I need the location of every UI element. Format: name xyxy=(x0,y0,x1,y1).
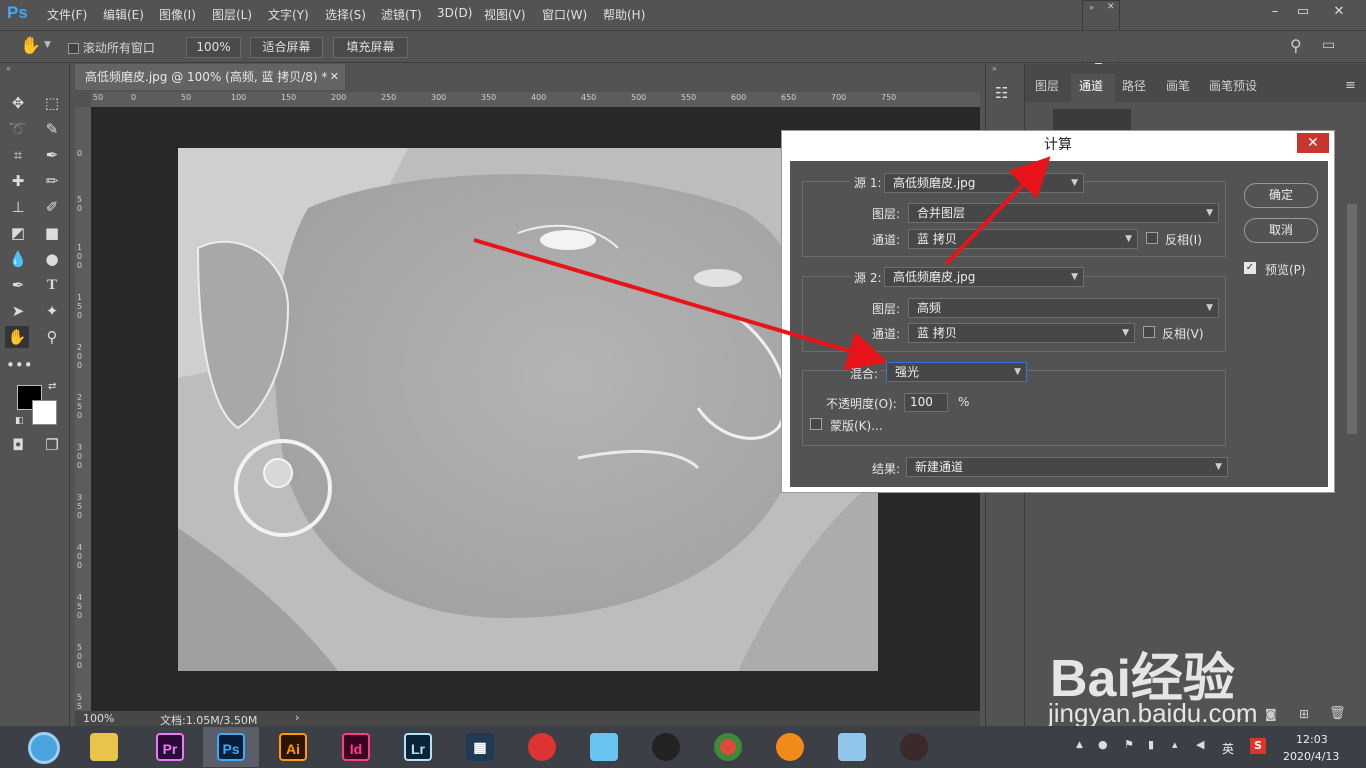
browser-icon[interactable] xyxy=(28,732,60,764)
notes-app-icon[interactable] xyxy=(838,733,866,761)
file-explorer-icon[interactable] xyxy=(90,733,118,761)
tray-clock-date[interactable]: 2020/4/13 xyxy=(1283,750,1339,763)
tray-expand-icon[interactable]: ▲ xyxy=(1076,740,1083,750)
tray-qq-icon[interactable]: ● xyxy=(1098,738,1108,751)
arrow-to-dialog-title xyxy=(944,156,1051,266)
tray-network-icon[interactable]: ▴ xyxy=(1172,738,1178,751)
lightroom-icon[interactable]: Lr xyxy=(404,733,432,761)
tray-flag-icon[interactable]: ⚑ xyxy=(1124,738,1134,751)
photoshop-icon[interactable]: Ps xyxy=(217,733,245,761)
annotation-arrows xyxy=(473,156,1051,371)
windows-taskbar: Pr Ps Ai Id Lr ▦ ▲ ● ⚑ ▮ ▴ ◀ 英 S 12:03 2… xyxy=(0,726,1366,768)
orange-app-icon[interactable] xyxy=(776,733,804,761)
video-editor-icon[interactable]: ▦ xyxy=(466,733,494,761)
photo-app-icon[interactable] xyxy=(900,733,928,761)
tray-volume-icon[interactable]: ◀ xyxy=(1196,738,1204,751)
premiere-icon[interactable]: Pr xyxy=(156,733,184,761)
bird-app-icon[interactable] xyxy=(590,733,618,761)
arrow-to-blend-mode xyxy=(473,238,888,371)
illustrator-icon[interactable]: Ai xyxy=(279,733,307,761)
tray-sogou-icon[interactable]: S xyxy=(1250,738,1266,754)
tray-ime-indicator[interactable]: 英 xyxy=(1222,740,1234,757)
indesign-icon[interactable]: Id xyxy=(342,733,370,761)
tray-battery-icon[interactable]: ▮ xyxy=(1148,738,1154,751)
tray-clock-time[interactable]: 12:03 xyxy=(1296,733,1328,746)
qq-icon[interactable] xyxy=(652,733,680,761)
red-app-icon[interactable] xyxy=(528,733,556,761)
chrome-icon[interactable] xyxy=(714,733,742,761)
